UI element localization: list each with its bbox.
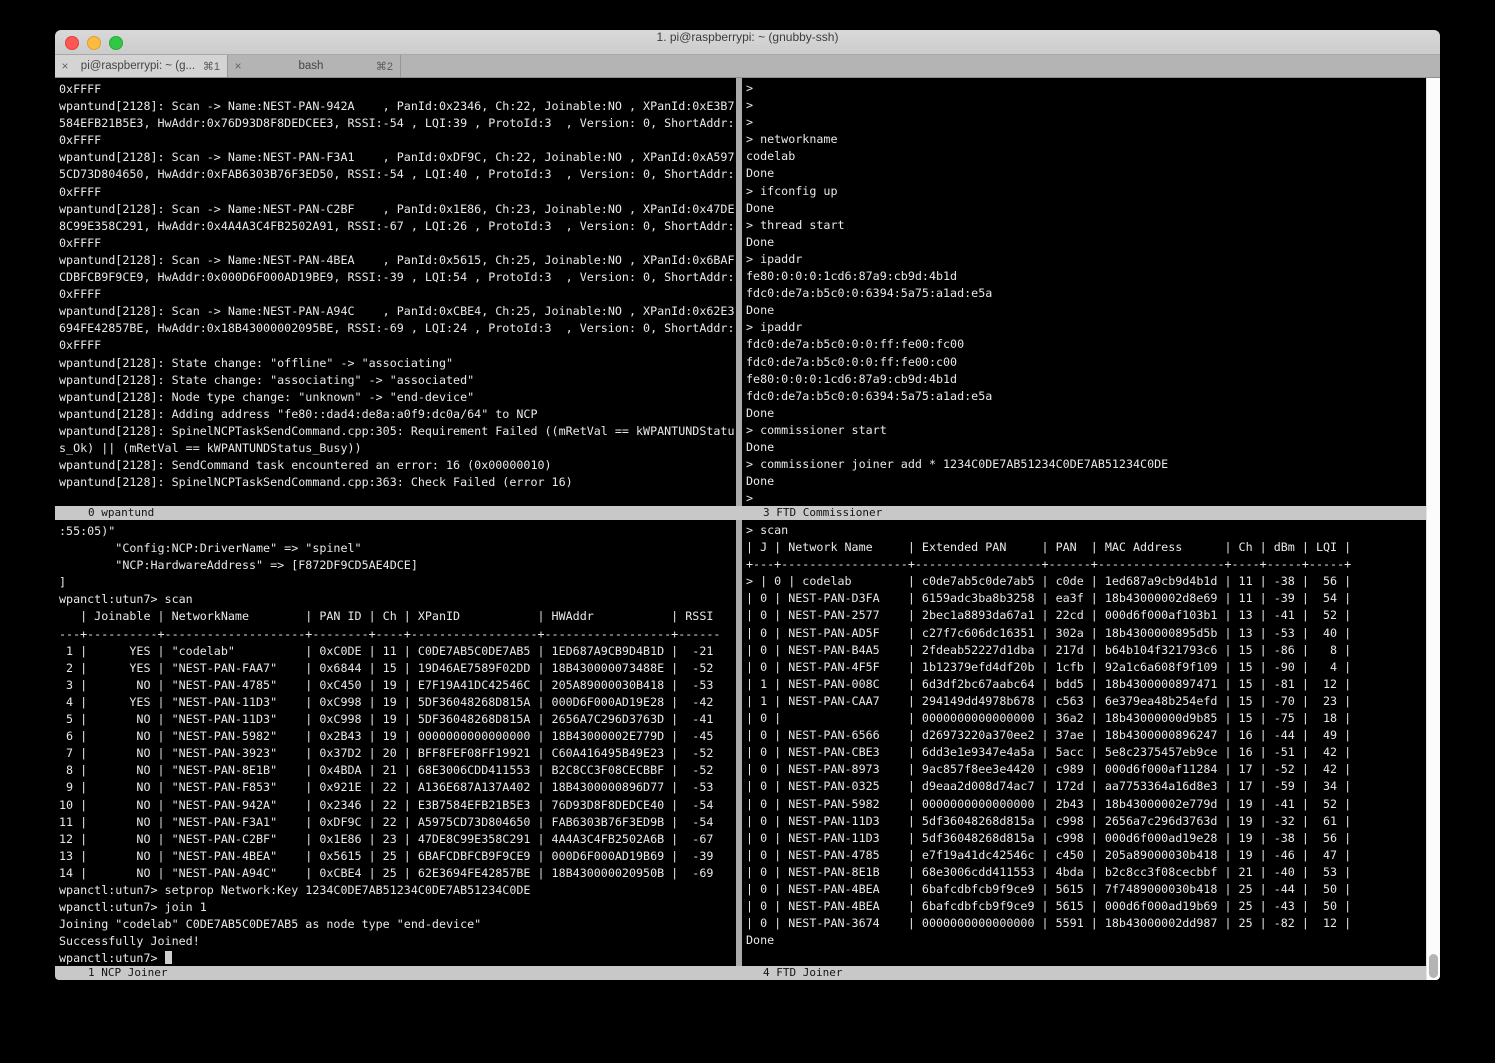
pane-title-ftd-commissioner: 3 FTD Commissioner: [763, 506, 882, 520]
tab-label: pi@raspberrypi: ~ (g...: [75, 60, 201, 72]
shell-prompt-line[interactable]: wpanctl:utun7>: [59, 950, 736, 966]
pane-title-wpantund: 0 wpantund: [88, 506, 154, 520]
tab-shortcut: ⌘1: [201, 60, 227, 73]
window-titlebar[interactable]: 1. pi@raspberrypi: ~ (gnubby-ssh): [55, 30, 1440, 55]
shell-prompt: wpanctl:utun7>: [59, 951, 165, 965]
pane-title-ncp-joiner: 1 NCP Joiner: [88, 966, 167, 980]
pane-ftd-joiner[interactable]: > scan | J | Network Name | Extended PAN…: [742, 520, 1426, 966]
terminal-content: 0xFFFF wpantund[2128]: Scan -> Name:NEST…: [55, 78, 1440, 980]
scrollbar-thumb[interactable]: [1429, 954, 1438, 978]
pane-status-bar-bottom: 1 NCP Joiner 4 FTD Joiner: [55, 966, 1426, 980]
tab-label: bash: [248, 60, 374, 72]
terminal-window: 1. pi@raspberrypi: ~ (gnubby-ssh) × pi@r…: [55, 30, 1440, 980]
window-title: 1. pi@raspberrypi: ~ (gnubby-ssh): [55, 30, 1440, 55]
desktop-background: 1. pi@raspberrypi: ~ (gnubby-ssh) × pi@r…: [0, 0, 1495, 1063]
tab-close-icon[interactable]: ×: [55, 59, 75, 73]
scrollbar[interactable]: [1426, 78, 1440, 980]
tab-close-icon[interactable]: ×: [228, 59, 248, 73]
pane-wpantund-log[interactable]: 0xFFFF wpantund[2128]: Scan -> Name:NEST…: [55, 78, 736, 506]
tab-bar: × pi@raspberrypi: ~ (g... ⌘1 × bash ⌘2: [55, 55, 1440, 78]
tab-bar-empty-area: [401, 55, 1440, 77]
tab-bash[interactable]: × bash ⌘2: [228, 55, 401, 77]
tab-shortcut: ⌘2: [374, 60, 400, 73]
pane-ftd-commissioner[interactable]: > > > > networkname codelab Done > ifcon…: [742, 78, 1426, 506]
terminal-cursor: [165, 951, 172, 964]
pane-title-ftd-joiner: 4 FTD Joiner: [763, 966, 842, 980]
pane-ncp-joiner[interactable]: :55:05)" "Config:NCP:DriverName" => "spi…: [55, 520, 736, 966]
pane-status-bar-top: 0 wpantund 3 FTD Commissioner: [55, 506, 1426, 520]
tab-pi-raspberrypi[interactable]: × pi@raspberrypi: ~ (g... ⌘1: [55, 55, 228, 77]
ncp-joiner-output: :55:05)" "Config:NCP:DriverName" => "spi…: [59, 523, 736, 950]
